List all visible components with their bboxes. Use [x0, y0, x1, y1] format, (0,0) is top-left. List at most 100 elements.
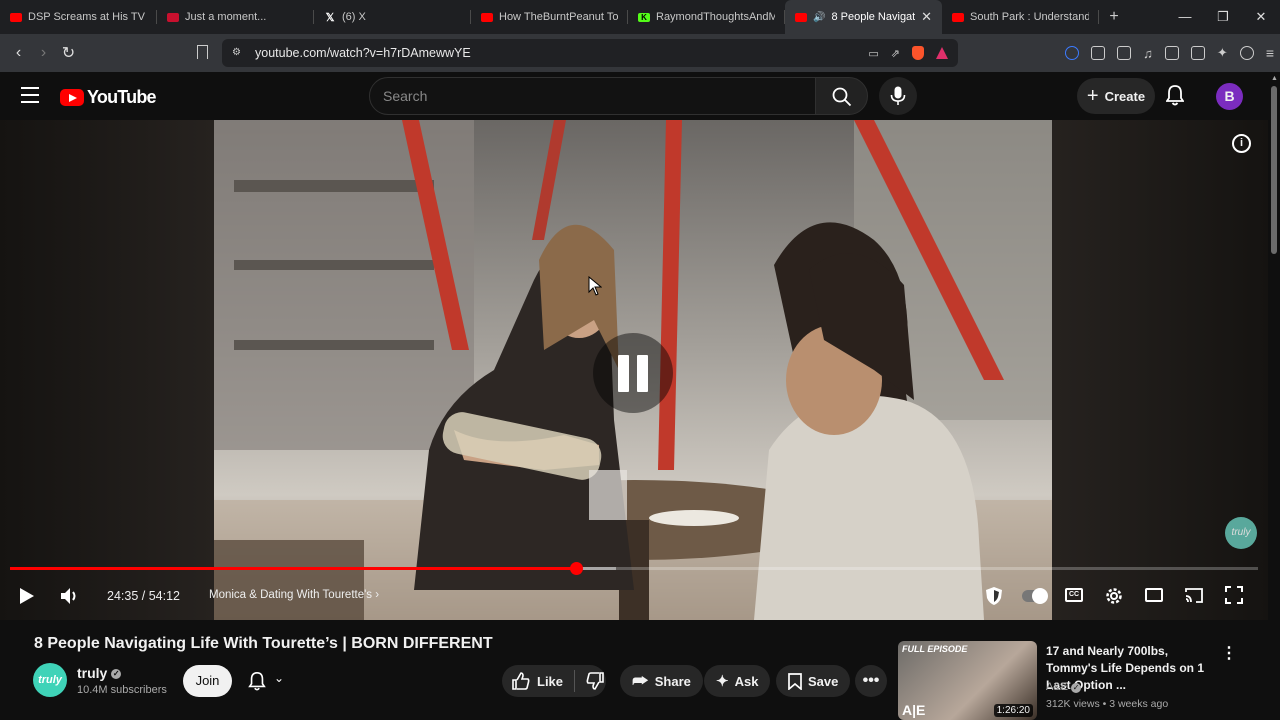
forward-icon[interactable]: ›: [31, 44, 56, 62]
chevron-down-icon: ⌄: [274, 671, 285, 685]
media-control-icon[interactable]: ♫: [1143, 46, 1153, 61]
youtube-play-logo-icon: [60, 89, 84, 106]
save-button[interactable]: Save: [776, 665, 851, 697]
fullscreen-icon[interactable]: [1225, 586, 1243, 604]
channel-name[interactable]: truly ✓: [77, 665, 122, 681]
browser-tab[interactable]: How TheBurntPeanut Took: [471, 0, 628, 34]
thumbs-down-icon[interactable]: [586, 672, 604, 690]
video-title: 8 People Navigating Life With Tourette’s…: [34, 635, 493, 652]
ask-button[interactable]: ✦ Ask: [704, 665, 771, 697]
autoplay-knob-icon: [1032, 588, 1048, 604]
subscription-bell-button[interactable]: ⌄: [244, 665, 300, 697]
extension-icon[interactable]: [1117, 46, 1132, 60]
create-button[interactable]: + Create: [1077, 78, 1155, 114]
video-details: 8 People Navigating Life With Tourette’s…: [0, 620, 1268, 720]
chapter-title: Monica & Dating With Tourette's: [209, 589, 373, 601]
restore-icon[interactable]: ❐: [1204, 0, 1242, 34]
install-app-icon[interactable]: ▭: [868, 47, 878, 60]
browser-toolbar: ‹ › ↻ ⚙ youtube.com/watch?v=h7rDAmewwYE …: [0, 34, 1280, 72]
recommended-video-thumbnail[interactable]: FULL EPISODE A|E 1:26:20: [898, 641, 1037, 720]
browser-tab[interactable]: K RaymondThoughtsAndMi: [628, 0, 785, 34]
scrubber-handle[interactable]: [569, 562, 583, 575]
x-favicon-icon: 𝕏: [325, 11, 335, 24]
tab-title: 8 People Navigatin: [831, 11, 916, 23]
close-tab-icon[interactable]: ✕: [921, 9, 932, 25]
search-input[interactable]: [370, 78, 815, 114]
address-bar[interactable]: ⚙ youtube.com/watch?v=h7rDAmewwYE ▭ ⇗: [222, 39, 958, 67]
audio-playing-icon[interactable]: 🔊: [813, 12, 825, 23]
more-vertical-icon[interactable]: ⋮: [1221, 643, 1237, 663]
bookmark-icon: [788, 672, 802, 690]
kick-favicon-icon: K: [638, 12, 650, 22]
brave-rewards-icon[interactable]: [936, 47, 948, 59]
vpn-icon[interactable]: [1239, 46, 1254, 60]
minimize-icon[interactable]: —: [1166, 0, 1204, 34]
share-icon: ⮫: [632, 670, 649, 691]
hamburger-menu-icon[interactable]: [21, 87, 39, 108]
tab-title: How TheBurntPeanut Took: [499, 11, 618, 23]
brave-shields-icon[interactable]: [912, 46, 924, 60]
search-button[interactable]: [815, 77, 868, 115]
pause-overlay-icon[interactable]: [593, 333, 673, 413]
like-button[interactable]: Like: [512, 672, 563, 690]
miniplayer-icon[interactable]: [1145, 588, 1163, 602]
video-player[interactable]: i truly 24:35 / 54:12 Monica & Dating Wi…: [0, 120, 1268, 620]
tab-title: Just a moment...: [185, 11, 267, 23]
close-window-icon[interactable]: ✕: [1242, 0, 1280, 34]
extension-icons: ♫ ✦ ≡: [1065, 34, 1274, 72]
reload-icon[interactable]: ↻: [56, 43, 81, 63]
verified-icon: ✓: [111, 669, 122, 680]
tab-title: South Park : Understandin: [970, 11, 1089, 23]
channel-avatar[interactable]: truly: [33, 663, 67, 697]
browser-tab[interactable]: 𝕏 (6) X: [314, 0, 471, 34]
sidebar-icon[interactable]: [1164, 46, 1179, 60]
cast-icon[interactable]: [1184, 587, 1204, 604]
leo-ai-icon[interactable]: ✦: [1217, 45, 1228, 61]
recommended-channel[interactable]: A&E ✓: [1046, 681, 1082, 693]
voice-search-button[interactable]: [879, 77, 917, 115]
browser-tab-active[interactable]: 🔊 8 People Navigatin ✕: [785, 0, 942, 34]
info-icon[interactable]: i: [1232, 134, 1251, 153]
scrollbar-thumb[interactable]: [1271, 86, 1277, 254]
back-icon[interactable]: ‹: [6, 44, 31, 62]
share-icon[interactable]: ⇗: [891, 47, 900, 60]
youtube-favicon-icon: [10, 12, 22, 22]
settings-gear-icon[interactable]: [1104, 586, 1124, 606]
notifications-button[interactable]: [1166, 84, 1184, 106]
video-duration: 1:26:20: [993, 704, 1033, 717]
progress-bar[interactable]: [10, 562, 1258, 575]
chapter-button[interactable]: Monica & Dating With Tourette's ›: [209, 589, 379, 601]
channel-watermark[interactable]: truly: [1225, 517, 1257, 549]
window-controls: — ❐ ✕: [1166, 0, 1280, 34]
youtube-logo[interactable]: YouTube: [60, 87, 157, 108]
flag-favicon-icon: [167, 12, 179, 22]
wallet-icon[interactable]: [1190, 46, 1205, 60]
thumbs-up-icon: [512, 672, 530, 690]
autoplay-toggle[interactable]: [1022, 588, 1048, 604]
subtitles-icon[interactable]: CC: [1065, 588, 1083, 602]
puzzle-extensions-icon[interactable]: [1091, 46, 1106, 60]
browser-tab[interactable]: Just a moment...: [157, 0, 314, 34]
extension-icon[interactable]: [1065, 46, 1080, 60]
share-button[interactable]: ⮫ Share: [620, 665, 703, 697]
shield-icon[interactable]: [985, 586, 1003, 606]
browser-tab[interactable]: DSP Screams at His TV as: [0, 0, 157, 34]
tab-title: RaymondThoughtsAndMi: [656, 11, 775, 23]
join-button[interactable]: Join: [183, 665, 232, 697]
account-avatar[interactable]: B: [1216, 83, 1243, 110]
volume-icon[interactable]: [60, 586, 81, 606]
browser-tab[interactable]: South Park : Understandin: [942, 0, 1099, 34]
new-tab-icon[interactable]: +: [1099, 8, 1129, 26]
site-info-icon[interactable]: ⚙: [232, 47, 241, 58]
play-icon[interactable]: [19, 587, 35, 605]
bookmark-icon[interactable]: [197, 45, 208, 59]
page-scrollbar[interactable]: ▲: [1268, 72, 1280, 720]
url-text: youtube.com/watch?v=h7rDAmewwYE: [255, 46, 471, 60]
scroll-up-icon[interactable]: ▲: [1271, 75, 1278, 82]
recommended-meta: 312K views • 3 weeks ago: [1046, 698, 1169, 710]
tab-title: DSP Screams at His TV as: [28, 11, 147, 23]
more-actions-button[interactable]: •••: [855, 665, 887, 697]
search-box: [369, 77, 816, 115]
menu-icon[interactable]: ≡: [1266, 45, 1274, 61]
subscriber-count: 10.4M subscribers: [77, 684, 167, 696]
